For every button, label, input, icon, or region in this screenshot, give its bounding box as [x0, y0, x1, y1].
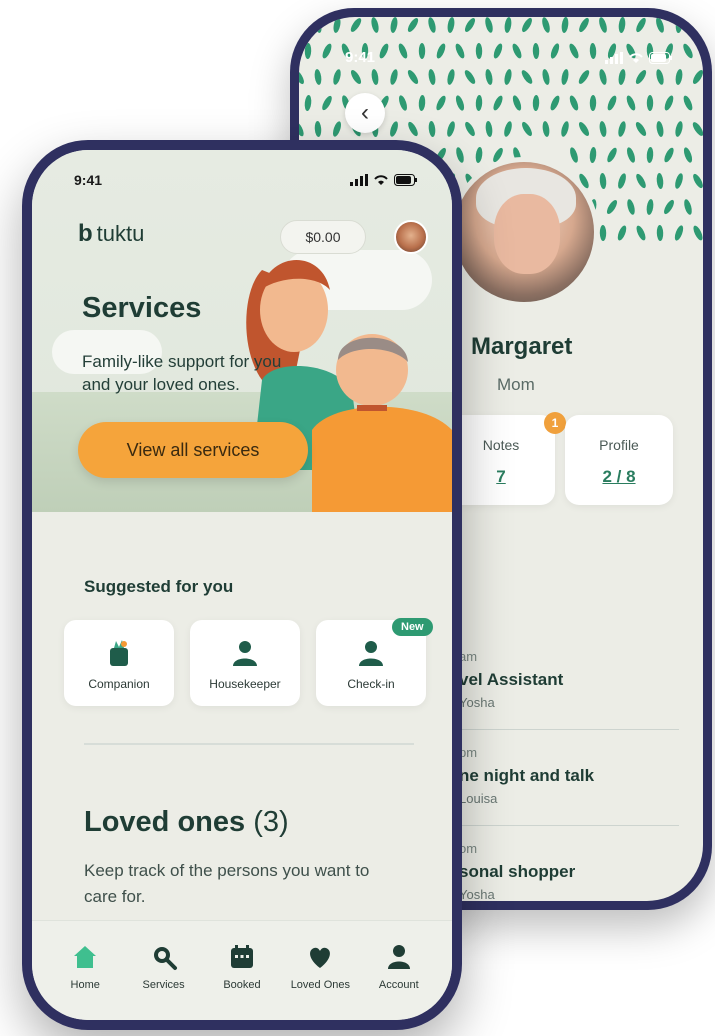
tab-bar: Home Services Booked Loved Ones Account	[32, 920, 452, 1020]
wifi-icon	[629, 52, 643, 63]
tab-services[interactable]: Services	[129, 921, 199, 1020]
stage: 9:41 ‹ Margaret Mom Notes 7 1 Profile 2	[0, 0, 715, 1036]
status-bar: 9:41	[32, 172, 452, 188]
profile-value[interactable]: 2 / 8	[565, 467, 673, 487]
status-time: 9:41	[74, 172, 103, 188]
loved-ones-heading: Loved ones	[84, 806, 246, 838]
hero-subtitle: Family-like support for you and your lov…	[82, 352, 282, 394]
home-screen: 9:41 b tuktu $0.00 Services Family-like …	[32, 150, 452, 1020]
notes-label: Notes	[482, 437, 520, 453]
tab-loved-ones[interactable]: Loved Ones	[285, 921, 355, 1020]
service-card-companion[interactable]: Companion	[64, 620, 174, 706]
search-icon	[153, 947, 177, 970]
profile-card[interactable]: Profile 2 / 8	[565, 415, 673, 505]
hero-title: Services	[82, 292, 202, 324]
battery-icon	[649, 51, 672, 64]
booking-time: am	[459, 649, 478, 664]
booking-title: sonal shopper	[459, 862, 576, 881]
booking-item[interactable]: om sonal shopper Yosha	[459, 841, 689, 901]
booking-title: ne night and talk	[459, 766, 595, 785]
chevron-left-icon: ‹	[361, 99, 369, 126]
notes-badge: 1	[544, 412, 566, 434]
booking-time: pm	[459, 745, 478, 760]
booking-assignee: Yosha	[459, 695, 495, 710]
heart-icon	[310, 947, 331, 968]
tab-label: Loved Ones	[290, 979, 351, 991]
person-icon	[359, 641, 383, 666]
notes-value[interactable]: 7	[447, 467, 555, 487]
account-icon	[387, 945, 410, 969]
tab-label: Home	[70, 979, 100, 991]
tab-label: Account	[378, 979, 419, 991]
booking-assignee: Louisa	[459, 791, 498, 806]
booking-time: om	[459, 841, 478, 856]
tab-account[interactable]: Account	[364, 921, 434, 1020]
booking-item[interactable]: am vel Assistant Yosha	[459, 649, 689, 710]
tab-booked[interactable]: Booked	[207, 921, 277, 1020]
companion-icon	[110, 640, 128, 666]
profile-name: Margaret	[471, 333, 573, 360]
loved-ones-title: Loved ones (3)	[84, 806, 289, 839]
tab-label: Booked	[223, 979, 261, 991]
brand-name: tuktu	[96, 221, 145, 246]
booking-title: vel Assistant	[459, 670, 564, 689]
view-all-services-button[interactable]: View all services	[78, 422, 308, 478]
divider	[84, 743, 414, 745]
signal-icon	[605, 51, 623, 64]
battery-icon	[394, 174, 417, 186]
brand-logo: b tuktu	[78, 220, 144, 248]
signal-icon	[350, 174, 368, 186]
tab-home[interactable]: Home	[50, 921, 120, 1020]
home-icon	[74, 946, 97, 968]
person-icon	[233, 641, 257, 666]
status-icons	[605, 49, 673, 66]
new-badge: New	[392, 618, 433, 636]
service-label: Companion	[88, 677, 150, 691]
status-icons	[350, 172, 418, 188]
divider	[459, 825, 679, 826]
status-bar: 9:41	[299, 49, 703, 66]
brand-mark: b	[78, 220, 93, 247]
booking-item[interactable]: pm ne night and talk Louisa	[459, 745, 689, 806]
suggested-title: Suggested for you	[84, 577, 234, 596]
loved-ones-subtitle: Keep track of the persons you want to ca…	[84, 861, 370, 906]
profile-label: Profile	[599, 437, 639, 453]
divider	[459, 729, 679, 730]
service-label: Housekeeper	[209, 677, 281, 691]
loved-ones-count: (3)	[253, 806, 289, 838]
service-label: Check-in	[347, 677, 395, 691]
profile-photo	[449, 157, 599, 307]
wifi-icon	[374, 175, 388, 185]
back-button[interactable]: ‹	[345, 93, 385, 133]
profile-role: Mom	[497, 375, 535, 394]
notes-card[interactable]: Notes 7	[447, 415, 555, 505]
booking-assignee: Yosha	[459, 887, 495, 901]
status-time: 9:41	[345, 49, 376, 66]
calendar-icon	[230, 945, 253, 968]
tab-label: Services	[142, 979, 185, 991]
front-phone: 9:41 b tuktu $0.00 Services Family-like …	[22, 140, 462, 1030]
service-card-housekeeper[interactable]: Housekeeper	[190, 620, 300, 706]
